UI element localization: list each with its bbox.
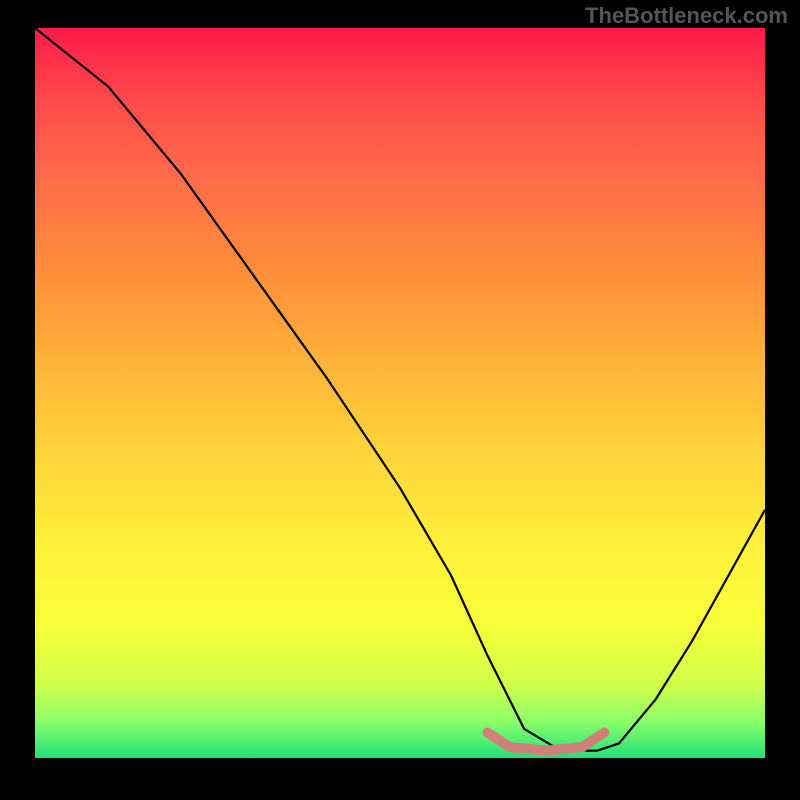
chart-svg [35, 28, 765, 758]
watermark-text: TheBottleneck.com [585, 3, 788, 29]
bottleneck-curve-path [35, 28, 765, 751]
plot-area [35, 28, 765, 758]
chart-container: TheBottleneck.com [0, 0, 800, 800]
